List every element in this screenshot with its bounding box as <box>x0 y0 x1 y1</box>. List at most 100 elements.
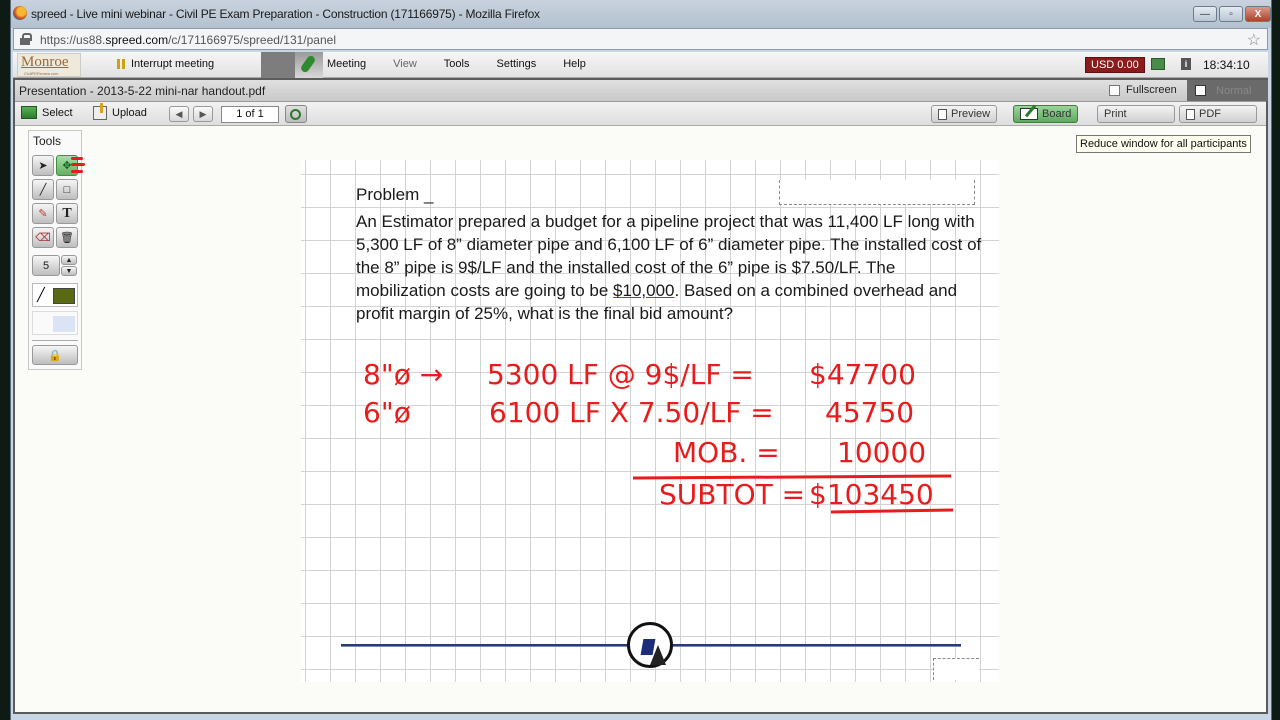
tooltip: Reduce window for all participants <box>1076 135 1251 153</box>
tools-divider <box>32 340 78 341</box>
fill-color-picker[interactable] <box>32 311 78 335</box>
close-button[interactable]: X <box>1245 6 1271 22</box>
hw-line2-result: 45750 <box>825 396 914 429</box>
upload-button[interactable]: Upload <box>93 103 147 120</box>
stroke-up-button[interactable]: ▲ <box>61 255 77 265</box>
hw-sum-line <box>632 474 952 480</box>
browser-window: spreed - Live mini webinar - Civil PE Ex… <box>10 0 1272 720</box>
firefox-icon <box>13 6 27 20</box>
url-domain: spreed.com <box>105 33 169 47</box>
normal-view-button[interactable]: Normal <box>1187 80 1268 101</box>
pointer-tool[interactable]: ➤ <box>32 155 54 176</box>
line-tool[interactable]: ╱ <box>32 179 54 200</box>
fill-color-swatch <box>53 316 75 332</box>
maximize-button[interactable]: ▫ <box>1219 6 1243 22</box>
next-page-button[interactable]: ▶ <box>193 106 213 122</box>
line-color-picker[interactable]: ╱ <box>32 283 78 307</box>
page-number-field[interactable]: 1 of 1 <box>221 106 279 123</box>
interrupt-meeting-button[interactable]: Interrupt meeting <box>117 58 214 70</box>
menu-settings[interactable]: Settings <box>496 58 536 70</box>
print-button[interactable]: Print <box>1097 105 1175 123</box>
stroke-width-field[interactable]: 5 <box>32 255 60 276</box>
preview-button[interactable]: Preview <box>931 105 998 123</box>
pdf-label: PDF <box>1199 108 1221 120</box>
logo-text: Monroe <box>21 54 69 70</box>
blank-box <box>779 180 975 205</box>
menu-view[interactable]: View <box>393 58 417 70</box>
hw-line3-label: MOB. = <box>673 436 780 469</box>
minimize-button[interactable]: — <box>1193 6 1217 22</box>
menu-tools[interactable]: Tools <box>444 58 470 70</box>
problem-text: An Estimator prepared a budget for a pip… <box>356 210 986 325</box>
title-bar: spreed - Live mini webinar - Civil PE Ex… <box>11 0 1271 28</box>
interrupt-label: Interrupt meeting <box>131 58 215 70</box>
app-menubar: Monroe CivilPEReview.com Interrupt meeti… <box>13 52 1268 78</box>
upload-label: Upload <box>112 107 147 119</box>
hw-line2-label: 6"ø <box>363 396 411 429</box>
pencil-tool[interactable]: ✎ <box>32 203 54 224</box>
menu-help[interactable]: Help <box>563 58 586 70</box>
fullscreen-checkbox[interactable] <box>1109 84 1120 96</box>
camera-toggle[interactable] <box>261 52 295 78</box>
annotation-mark <box>71 157 83 160</box>
hw-line2-calc: 6100 LF X 7.50/LF = <box>489 396 774 429</box>
main-menu: Meeting View Tools Settings Help <box>327 58 613 70</box>
preview-label: Preview <box>951 108 991 120</box>
fullscreen-toggle[interactable]: Fullscreen <box>1109 84 1177 96</box>
clock: 18:34:10 <box>1203 58 1250 72</box>
preview-doc-icon <box>938 108 947 120</box>
url-bar[interactable]: https://us88.spreed.com/c/171166975/spre… <box>13 28 1268 50</box>
select-button[interactable]: Select <box>21 106 73 119</box>
arrow-up-icon: ▲ <box>65 256 73 264</box>
print-label: Print <box>1104 108 1127 120</box>
upload-icon <box>93 103 107 120</box>
line-color-swatch <box>53 288 75 304</box>
zoom-button[interactable] <box>285 105 307 123</box>
line-icon: ╱ <box>39 184 47 196</box>
hw-line1-label: 8"ø → <box>363 358 443 391</box>
problem-heading: Problem _ <box>356 185 434 204</box>
bookmark-star-icon[interactable]: ☆ <box>1247 30 1261 50</box>
balance-badge[interactable]: USD 0.00 <box>1085 57 1145 73</box>
eraser-icon: ⌫ <box>35 232 51 244</box>
footer-logo-icon <box>627 622 673 668</box>
select-folder-icon <box>21 106 37 119</box>
select-label: Select <box>42 106 73 119</box>
screen-share-icon[interactable] <box>1151 58 1165 70</box>
hw-line4-result: $103450 <box>809 478 934 511</box>
text-tool[interactable]: T <box>56 203 78 224</box>
pdf-button[interactable]: PDF <box>1179 105 1257 123</box>
tools-label: Tools <box>33 134 62 148</box>
microphone-button[interactable] <box>295 52 323 78</box>
lock-icon <box>20 33 32 45</box>
microphone-icon <box>299 54 317 74</box>
line-style-icon: ╱ <box>37 287 45 302</box>
logo-subtext: CivilPEReview.com <box>24 71 59 76</box>
menu-meeting[interactable]: Meeting <box>327 58 366 70</box>
drawing-tools-panel: Tools ➤ ✥ ╱ □ ✎ T ⌫ 🗑 5 ▲ ▼ ╱ 🔒 <box>28 130 82 370</box>
presentation-header: Presentation - 2013-5-22 mini-nar handou… <box>15 80 1268 102</box>
previous-page-button[interactable]: ◀ <box>169 106 189 122</box>
reduce-window-icon <box>1195 85 1206 96</box>
text-icon: T <box>62 205 72 221</box>
pause-icon <box>117 59 125 69</box>
board-label: Board <box>1042 108 1072 120</box>
lock-tool[interactable]: 🔒 <box>32 345 78 365</box>
url-text[interactable]: https://us88.spreed.com/c/171166975/spre… <box>40 33 336 47</box>
board-button[interactable]: Board <box>1013 105 1079 123</box>
eraser-tool[interactable]: ⌫ <box>32 227 54 248</box>
annotation-mark <box>71 163 85 166</box>
window-title: spreed - Live mini webinar - Civil PE Ex… <box>31 7 540 21</box>
pdf-doc-icon <box>1186 108 1195 120</box>
trash-tool[interactable]: 🗑 <box>56 227 78 248</box>
info-icon[interactable]: i <box>1181 58 1191 70</box>
url-prefix: https://us88. <box>40 33 106 47</box>
monroe-logo: Monroe CivilPEReview.com <box>17 53 81 77</box>
hw-line1-result: $47700 <box>809 358 916 391</box>
hw-line4-label: SUBTOT = <box>659 478 805 511</box>
whiteboard-canvas[interactable]: Problem _ An Estimator prepared a budget… <box>301 160 999 682</box>
fullscreen-label: Fullscreen <box>1126 84 1177 96</box>
stroke-down-button[interactable]: ▼ <box>61 266 77 276</box>
annotation-mark <box>71 170 83 173</box>
rectangle-tool[interactable]: □ <box>56 179 78 200</box>
